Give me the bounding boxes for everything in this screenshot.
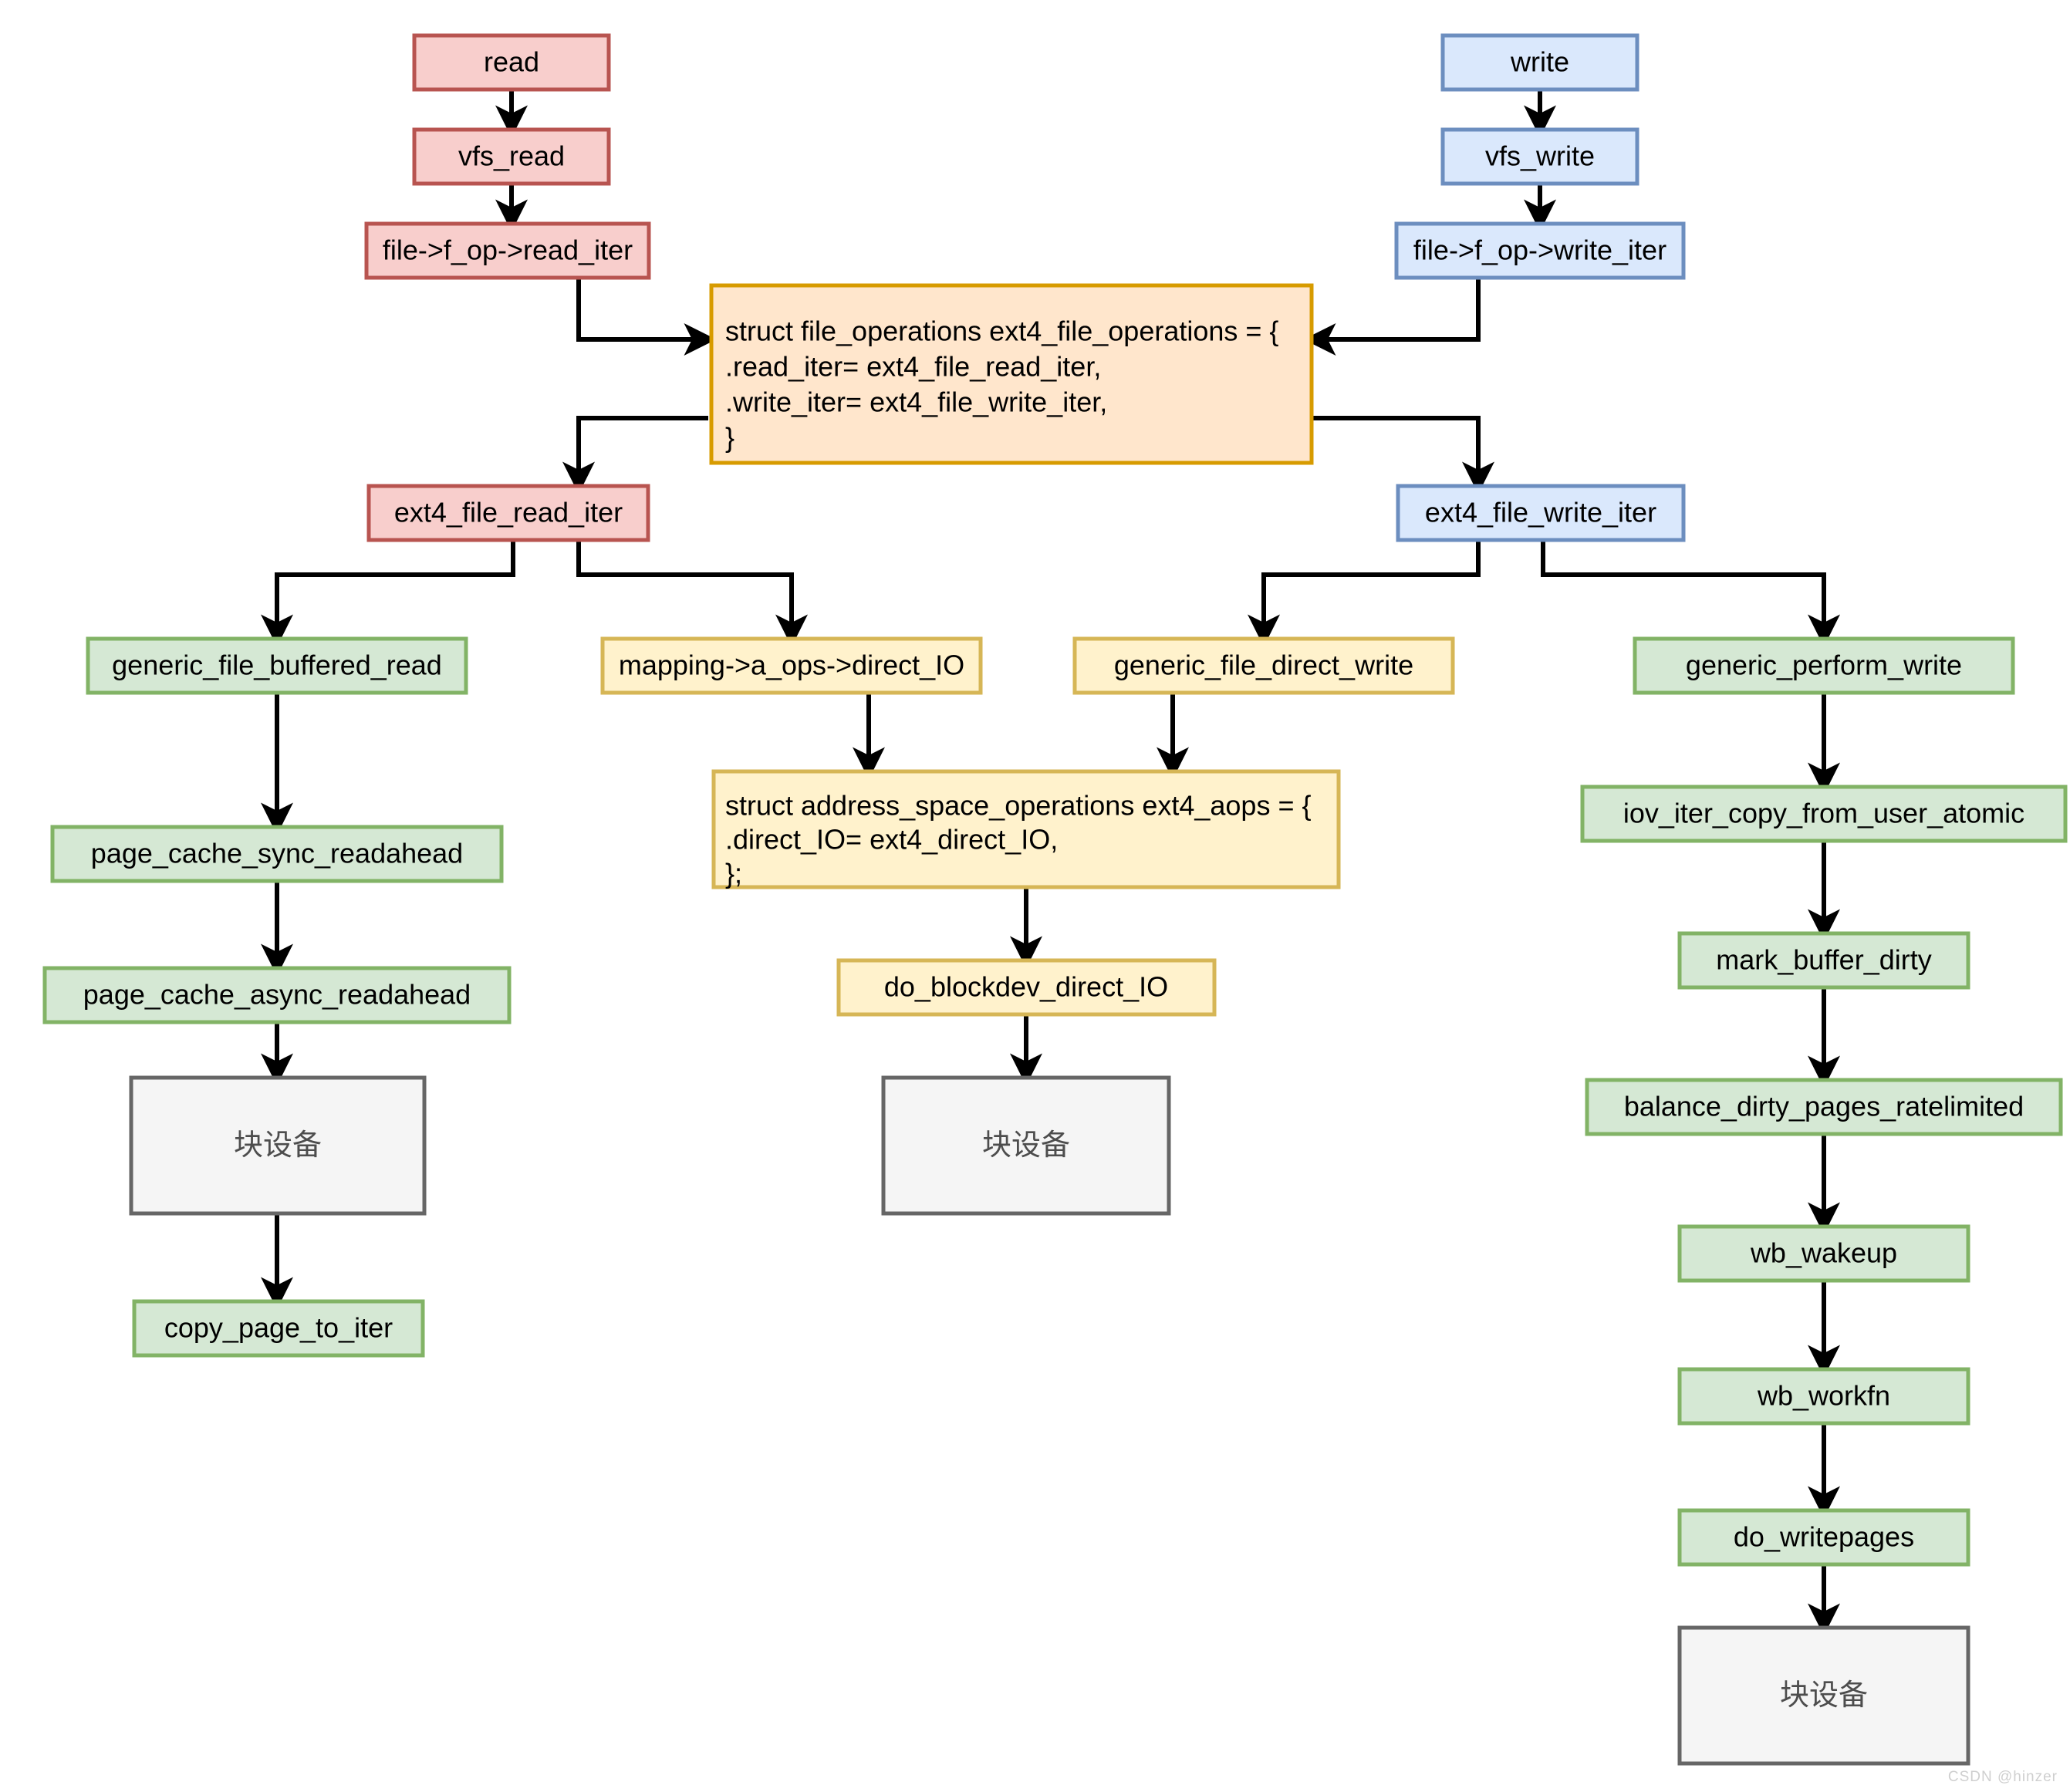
node-file-f-op-read-iter-label: file->f_op->read_iter: [383, 235, 633, 266]
node-generic_file_buffered_read[interactable]: generic_file_buffered_read: [86, 636, 468, 695]
node-copy_page_to_iter[interactable]: copy_page_to_iter: [132, 1299, 425, 1358]
edge-ext4_file_write_iter-to-generic_perform_write: [1541, 540, 1840, 647]
node-do_writepages-label: do_writepages: [1734, 1521, 1914, 1553]
struct-line-4: }: [725, 422, 734, 454]
node-address-space-operations-struct[interactable]: struct address_space_operations ext4_aop…: [711, 769, 1341, 889]
edge-ext4_file_read_iter-to-mapping_a_ops_direct_IO: [576, 540, 808, 647]
node-file-f-op-read-iter[interactable]: file->f_op->read_iter: [364, 221, 651, 280]
node-vfs_read[interactable]: vfs_read: [412, 127, 611, 186]
edge-file_f_op_write_iter-to-file_operations_struct: [1303, 278, 1481, 356]
node-write[interactable]: write: [1440, 33, 1639, 92]
aops-struct-line-2: .direct_IO= ext4_direct_IO,: [725, 824, 1058, 856]
struct-line-2: .read_iter= ext4_file_read_iter,: [725, 351, 1101, 383]
struct-line-1: struct file_operations ext4_file_operati…: [725, 316, 1278, 347]
node-balance_dirty_pages_ratelimited[interactable]: balance_dirty_pages_ratelimited: [1585, 1078, 2063, 1136]
node-vfs_read-label: vfs_read: [458, 140, 565, 172]
aops-struct-line-3: };: [725, 858, 742, 889]
edge-file_operations_struct-to-ext4_file_read_iter: [562, 416, 708, 494]
node-generic_perform_write-label: generic_perform_write: [1686, 650, 1962, 681]
node-block-device-read-label: 块设备: [234, 1129, 322, 1162]
node-iov_iter_copy_from_user_atomic-label: iov_iter_copy_from_user_atomic: [1623, 798, 2024, 829]
flowchart-canvas: read vfs_read file->f_op->read_iter writ…: [0, 0, 2070, 1792]
node-do_blockdev_direct_IO[interactable]: do_blockdev_direct_IO: [836, 958, 1217, 1017]
node-iov_iter_copy_from_user_atomic[interactable]: iov_iter_copy_from_user_atomic: [1580, 785, 2068, 843]
node-page_cache_sync_readahead[interactable]: page_cache_sync_readahead: [50, 825, 504, 883]
node-wb_wakeup[interactable]: wb_wakeup: [1677, 1224, 1970, 1283]
node-page_cache_async_readahead[interactable]: page_cache_async_readahead: [42, 966, 512, 1024]
node-mark_buffer_dirty-label: mark_buffer_dirty: [1716, 944, 1931, 976]
node-block-device-write[interactable]: 块设备: [1677, 1625, 1970, 1766]
node-page_cache_sync_readahead-label: page_cache_sync_readahead: [91, 838, 463, 869]
node-block-device-direct[interactable]: 块设备: [881, 1075, 1171, 1216]
node-generic_file_direct_write[interactable]: generic_file_direct_write: [1072, 636, 1455, 695]
aops-struct-line-1: struct address_space_operations ext4_aop…: [725, 790, 1312, 822]
node-mapping-a-ops-direct-io-label: mapping->a_ops->direct_IO: [619, 650, 964, 681]
node-block-device-direct-label: 块设备: [982, 1129, 1070, 1162]
struct-line-3: .write_iter= ext4_file_write_iter,: [725, 386, 1107, 418]
csdn-watermark: CSDN @hinzer: [1947, 1769, 2058, 1785]
edge-ext4_file_read_iter-to-generic_file_buffered_read: [261, 540, 515, 647]
node-ext4_file_write_iter[interactable]: ext4_file_write_iter: [1396, 484, 1686, 542]
node-wb_workfn-label: wb_workfn: [1757, 1380, 1890, 1412]
node-read-label: read: [484, 46, 539, 78]
edge-ext4_file_write_iter-to-generic_file_direct_write: [1248, 540, 1481, 647]
node-file-f-op-write-iter-label: file->f_op->write_iter: [1413, 235, 1666, 266]
node-generic_file_direct_write-label: generic_file_direct_write: [1114, 650, 1413, 681]
node-do_blockdev_direct_IO-label: do_blockdev_direct_IO: [884, 971, 1168, 1003]
node-wb_wakeup-label: wb_wakeup: [1750, 1237, 1897, 1269]
node-ext4_file_read_iter[interactable]: ext4_file_read_iter: [366, 484, 650, 542]
node-balance_dirty_pages_ratelimited-label: balance_dirty_pages_ratelimited: [1624, 1091, 2024, 1122]
node-generic_file_buffered_read-label: generic_file_buffered_read: [112, 650, 442, 681]
node-layer: read vfs_read file->f_op->read_iter writ…: [42, 33, 2068, 1766]
node-ext4_file_write_iter-label: ext4_file_write_iter: [1425, 497, 1656, 528]
node-wb_workfn[interactable]: wb_workfn: [1677, 1367, 1970, 1426]
node-write-label: write: [1510, 46, 1569, 78]
node-vfs_write[interactable]: vfs_write: [1440, 127, 1639, 186]
node-mapping-a-ops-direct-io[interactable]: mapping->a_ops->direct_IO: [600, 636, 983, 695]
flowchart-svg: read vfs_read file->f_op->read_iter writ…: [42, 33, 2068, 1766]
edge-file_operations_struct-to-ext4_file_write_iter: [1312, 416, 1494, 494]
node-ext4_file_read_iter-label: ext4_file_read_iter: [394, 497, 623, 528]
node-vfs_write-label: vfs_write: [1485, 140, 1595, 172]
node-mark_buffer_dirty[interactable]: mark_buffer_dirty: [1677, 931, 1970, 990]
edge-file_f_op_read_iter-to-file_operations_struct: [576, 278, 717, 356]
node-generic_perform_write[interactable]: generic_perform_write: [1633, 636, 2015, 695]
node-do_writepages[interactable]: do_writepages: [1677, 1508, 1970, 1567]
node-block-device-write-label: 块设备: [1780, 1679, 1868, 1712]
node-file-operations-struct[interactable]: struct file_operations ext4_file_operati…: [709, 283, 1314, 465]
node-block-device-read[interactable]: 块设备: [129, 1075, 427, 1216]
node-copy_page_to_iter-label: copy_page_to_iter: [164, 1312, 393, 1344]
node-page_cache_async_readahead-label: page_cache_async_readahead: [83, 979, 471, 1011]
node-read[interactable]: read: [412, 33, 611, 92]
node-file-f-op-write-iter[interactable]: file->f_op->write_iter: [1394, 221, 1686, 280]
